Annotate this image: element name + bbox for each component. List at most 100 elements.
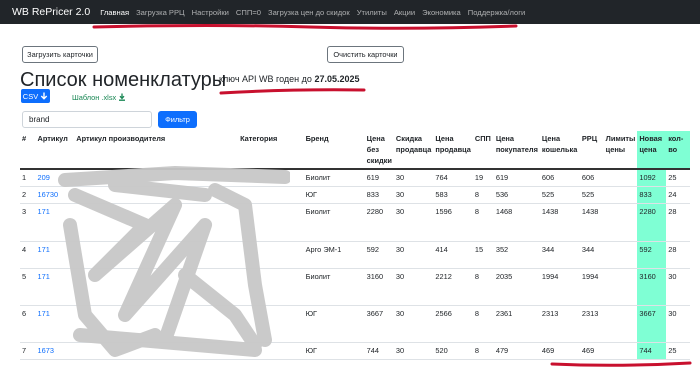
table-row[interactable]: 6 171 ЮГ 3667 30 2566 8 2361 2313 2313 3… [20,305,690,343]
cell-new-price: 744 [637,342,667,360]
cell-quantity: 28 [666,241,690,269]
cell-discount: 30 [393,203,434,242]
col-header-category[interactable]: Категория [238,131,304,170]
page-title: Список номенклатуры [20,69,227,91]
cell-spp: 8 [472,342,494,360]
cell-index: 4 [20,241,36,269]
table-row[interactable]: 3 171 Биолит 2280 30 1596 8 1468 1438 14… [20,203,690,242]
cell-brand: ЮГ [303,305,365,343]
col-header-maker-article[interactable]: Артикул производителя [74,131,239,170]
cell-wallet-price: 2313 [539,305,580,343]
nav-rrc-upload[interactable]: Загрузка РРЦ [136,8,185,17]
article-link[interactable]: 171 [38,309,50,318]
cell-category [238,241,304,269]
col-header-seller-price[interactable]: Цена продавца [433,131,473,170]
top-navbar: WB RePricer 2.0 Главная Загрузка РРЦ Нас… [0,0,700,24]
cell-limits [603,268,638,306]
cell-price: 3160 [364,268,394,306]
cell-buyer-price: 619 [493,169,540,187]
cell-rrc: 469 [579,342,604,360]
cell-seller-price: 1596 [433,203,473,242]
table-row[interactable]: 7 1673 ЮГ 744 30 520 8 479 469 469 744 2… [20,342,690,360]
cell-spp: 19 [472,169,494,187]
cell-rrc: 525 [579,186,604,204]
cell-rrc: 2313 [579,305,604,343]
nav-home[interactable]: Главная [100,8,129,17]
col-header-seller-discount[interactable]: Скидка продавца [393,131,434,170]
cell-wallet-price: 1438 [539,203,580,242]
csv-download-button[interactable]: CSV [21,89,50,103]
app-brand[interactable]: WB RePricer 2.0 [12,6,90,18]
cell-wallet-price: 344 [539,241,580,269]
cell-limits [603,203,638,242]
col-header-index[interactable]: # [20,131,36,170]
cell-discount: 30 [393,268,434,306]
article-link[interactable]: 171 [38,272,50,281]
cell-quantity: 30 [666,268,690,306]
col-header-price-no-discount[interactable]: Цена без скидки [364,131,394,170]
annotation-underline-api [219,88,366,95]
cell-maker-article [74,169,239,187]
col-header-article[interactable]: Артикул [35,131,75,170]
table-row[interactable]: 5 171 Биолит 3160 30 2212 8 2035 1994 19… [20,268,690,306]
filter-input[interactable]: brand [22,111,152,128]
cell-discount: 30 [393,305,434,343]
nav-promotions[interactable]: Акции [394,8,415,17]
cell-index: 2 [20,186,36,204]
cell-index: 6 [20,305,36,343]
nav-economics[interactable]: Экономика [422,8,461,17]
table-row[interactable]: 2 16730 ЮГ 833 30 583 8 536 525 525 833 … [20,186,690,204]
csv-label: CSV [22,91,39,101]
table-row[interactable]: 1 209 Биолит 619 30 764 19 619 606 606 1… [20,169,690,187]
col-header-quantity[interactable]: кол-во [666,131,690,170]
cell-brand: Биолит [303,169,365,187]
cell-discount: 30 [393,169,434,187]
nav-utilities[interactable]: Утилиты [357,8,387,17]
article-link[interactable]: 171 [38,245,50,254]
cell-buyer-price: 2361 [493,305,540,343]
cell-limits [603,169,638,187]
col-header-brand[interactable]: Бренд [303,131,365,170]
cell-index: 1 [20,169,36,187]
cell-limits [603,305,638,343]
upload-cards-button[interactable]: Загрузить карточки [22,46,98,63]
cell-spp: 8 [472,203,494,242]
col-header-price-limits[interactable]: Лимиты цены [603,131,638,170]
article-link[interactable]: 171 [38,207,50,216]
clear-cards-button[interactable]: Очистить карточки [327,46,404,63]
cell-category [238,268,304,306]
article-link[interactable]: 1673 [38,346,54,355]
col-header-rrc[interactable]: РРЦ [579,131,604,170]
col-header-spp[interactable]: СПП [472,131,494,170]
nav-support-logs[interactable]: Поддержка/логи [468,8,525,17]
cell-maker-article [74,268,239,306]
template-xlsx-link[interactable]: Шаблон .xlsx [72,93,126,102]
article-link[interactable]: 209 [38,173,50,182]
col-header-wallet-price[interactable]: Цена кошелька [539,131,580,170]
cell-quantity: 30 [666,305,690,343]
cell-new-price: 3667 [637,305,667,343]
cell-discount: 30 [393,186,434,204]
nav-spp-zero[interactable]: СПП=0 [236,8,261,17]
cell-maker-article [74,342,239,360]
cell-limits [603,186,638,204]
cell-rrc: 1994 [579,268,604,306]
col-header-buyer-price[interactable]: Цена покупателя [493,131,540,170]
cell-seller-price: 583 [433,186,473,204]
cell-price: 744 [364,342,394,360]
cell-brand: ЮГ [303,342,365,360]
cell-wallet-price: 525 [539,186,580,204]
article-link[interactable]: 16730 [38,190,59,199]
filter-button[interactable]: Фильтр [158,111,197,128]
cell-buyer-price: 536 [493,186,540,204]
cell-wallet-price: 1994 [539,268,580,306]
col-header-new-price[interactable]: Новая цена [637,131,667,170]
cell-maker-article [74,186,239,204]
cell-brand: Биолит [303,268,365,306]
nav-prices-upload[interactable]: Загрузка цен до скидок [268,8,350,17]
nav-settings[interactable]: Настройки [192,8,229,17]
api-key-status: ключ API WB годен до 27.05.2025 [219,74,359,84]
cell-spp: 8 [472,268,494,306]
cell-price: 833 [364,186,394,204]
table-row[interactable]: 4 171 Арго ЭМ-1 592 30 414 15 352 344 34… [20,241,690,269]
